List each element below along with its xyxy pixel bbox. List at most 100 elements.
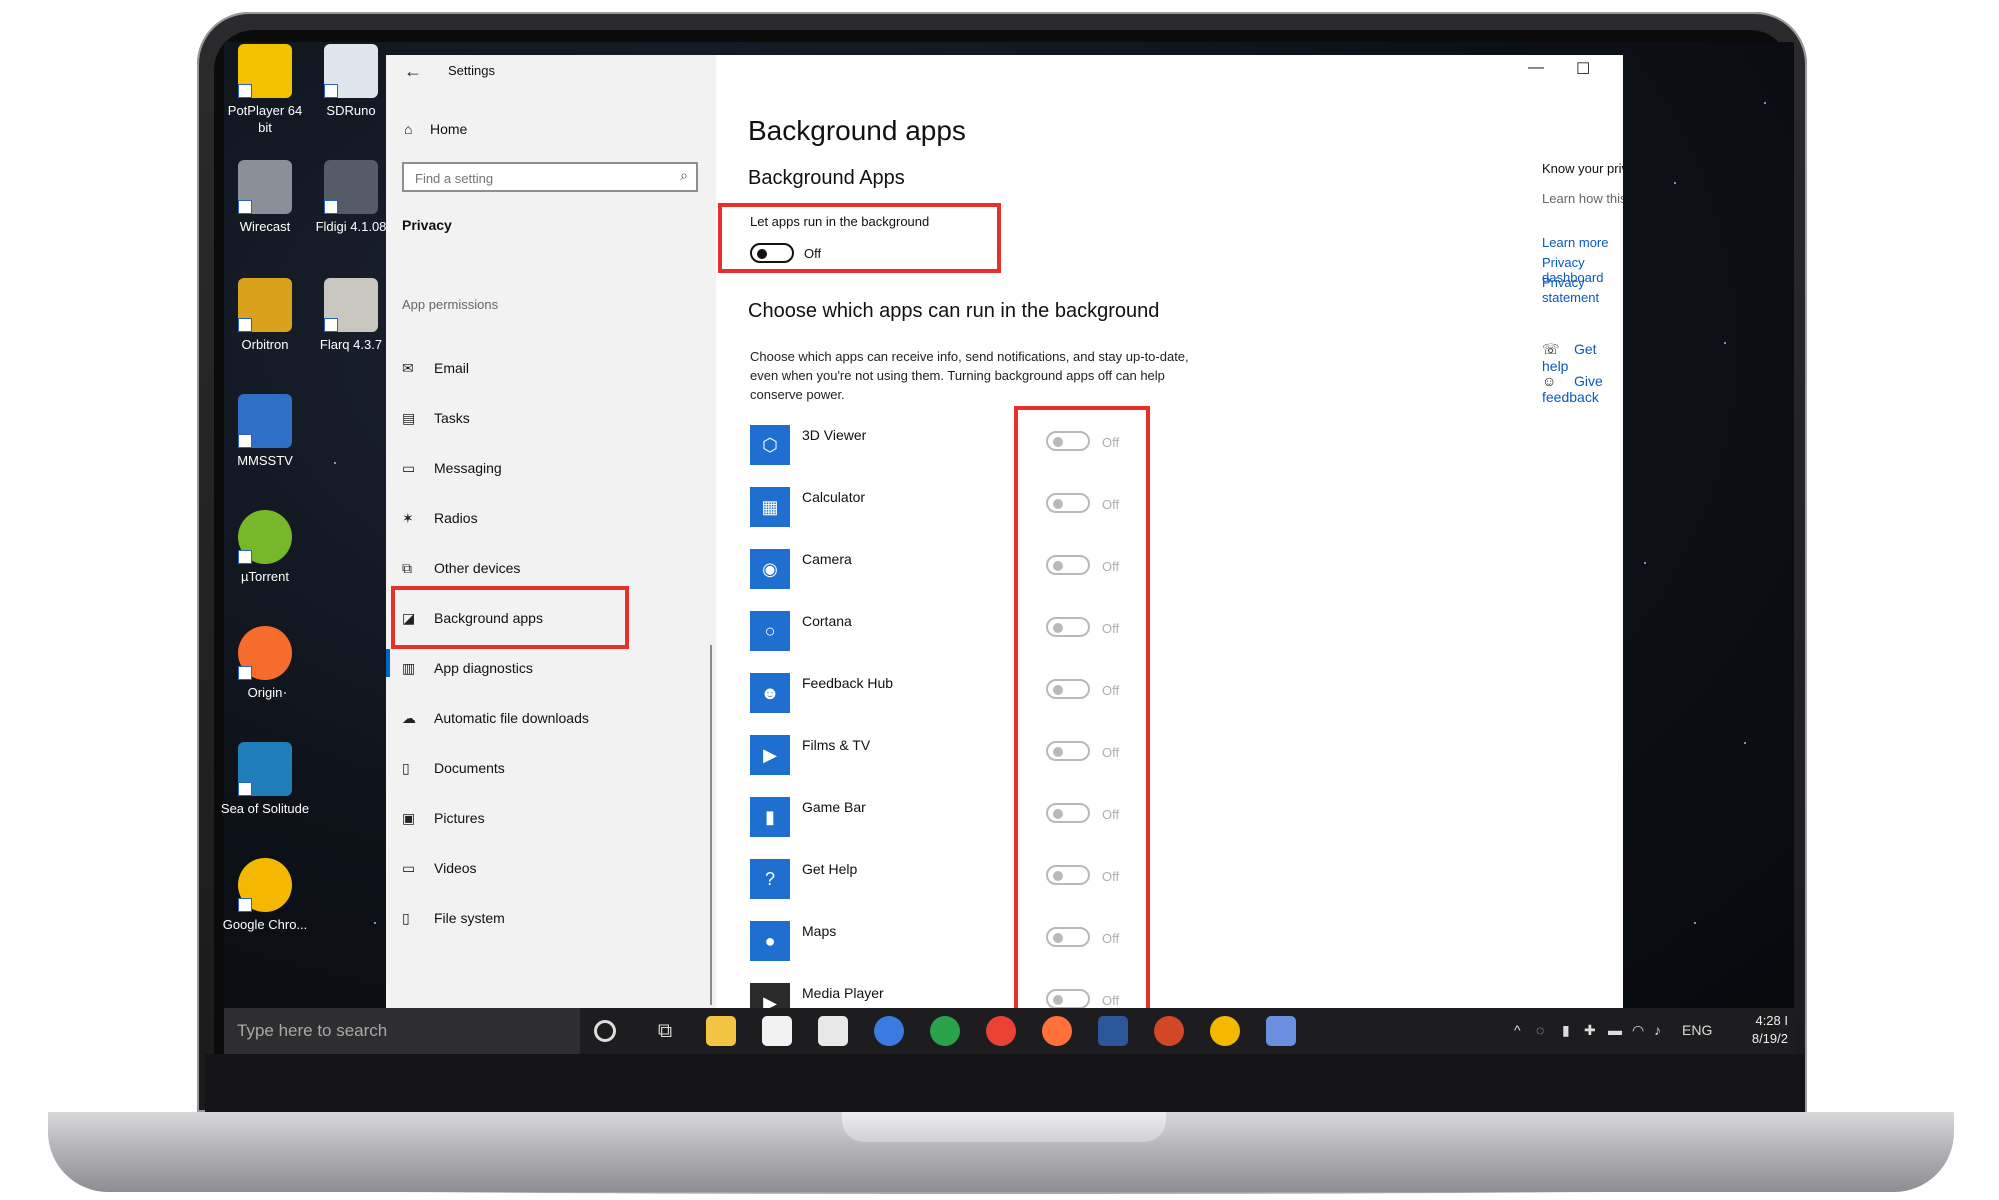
calculator-icon: ▦ xyxy=(750,487,790,527)
utorrent-icon xyxy=(238,510,292,564)
tray-network-icon[interactable]: ◌ xyxy=(1536,1022,1544,1038)
tray-battery-icon[interactable]: ▬ xyxy=(1608,1022,1622,1038)
3d-viewer-icon: ⬡ xyxy=(750,425,790,465)
settings-taskbar-icon[interactable] xyxy=(1266,1016,1296,1046)
give-feedback-link[interactable]: ☺ Give feedback xyxy=(1542,373,1623,405)
cortana-circle-icon[interactable] xyxy=(594,1020,616,1042)
tray-language[interactable]: ENG xyxy=(1682,1022,1712,1038)
mmsstv-icon xyxy=(238,394,292,448)
nav-group-app-permissions: App permissions xyxy=(402,297,499,312)
mail-icon[interactable] xyxy=(818,1016,848,1046)
fldigi-icon xyxy=(324,160,378,214)
sidebar-item-file-system[interactable]: ▯ File system xyxy=(402,901,698,935)
taskbar-search[interactable]: Type here to search xyxy=(224,1008,580,1054)
diagnostics-icon: ▥ xyxy=(402,660,416,676)
privacy-options-description: Learn how this setting impacts your priv… xyxy=(1542,191,1623,206)
tray-chevron-icon[interactable]: ^ xyxy=(1514,1022,1521,1038)
devices-icon: ⧉ xyxy=(402,560,412,576)
desktop-icon-wirecast[interactable]: Wirecast xyxy=(220,160,310,235)
find-setting-search[interactable]: ⌕ xyxy=(402,162,698,192)
learn-more-link[interactable]: Learn more xyxy=(1542,235,1608,250)
sidebar-item-radios[interactable]: ✶ Radios xyxy=(402,501,698,535)
file-icon: ▯ xyxy=(402,910,410,926)
chrome-canary-icon[interactable] xyxy=(1210,1016,1240,1046)
choose-apps-description: Choose which apps can receive info, send… xyxy=(750,349,1189,402)
envelope-icon: ✉ xyxy=(402,360,414,376)
find-setting-input[interactable] xyxy=(413,165,667,191)
selection-indicator xyxy=(386,649,390,677)
desktop-icon-potplayer[interactable]: PotPlayer 64 bit xyxy=(220,44,310,136)
edge-beta-icon[interactable] xyxy=(930,1016,960,1046)
nav-scrollbar[interactable] xyxy=(710,645,712,1005)
feedback-hub-icon: ☻ xyxy=(750,673,790,713)
potplayer-icon xyxy=(238,44,292,98)
flarq-icon xyxy=(324,278,378,332)
task-view-icon[interactable]: ⧉ xyxy=(650,1016,680,1046)
home-icon: ⌂ xyxy=(404,121,413,137)
privacy-statement-link[interactable]: Privacy statement xyxy=(1542,275,1623,305)
taskbar-clock[interactable]: 4:28 I 8/19/2 xyxy=(1752,1012,1788,1048)
minimize-button[interactable]: — xyxy=(1528,59,1544,77)
nav-home[interactable]: ⌂ Home xyxy=(404,121,467,137)
search-icon[interactable]: ⌕ xyxy=(680,167,688,184)
chrome-taskbar-icon[interactable] xyxy=(986,1016,1016,1046)
camera-icon: ◉ xyxy=(750,549,790,589)
get-help-icon: ? xyxy=(750,859,790,899)
desktop-icon-origin[interactable]: Origin xyxy=(220,626,310,701)
nav-section-privacy: Privacy xyxy=(402,217,452,233)
firefox-icon[interactable] xyxy=(1042,1016,1072,1046)
file-explorer-icon[interactable] xyxy=(706,1016,736,1046)
clock-date: 8/19/2 xyxy=(1751,1031,1788,1046)
laptop-opening-notch xyxy=(842,1112,1166,1142)
antenna-icon: ✶ xyxy=(402,510,414,526)
video-icon: ▭ xyxy=(402,860,416,876)
clipboard-icon: ▤ xyxy=(402,410,416,426)
highlight-background-apps-nav xyxy=(391,586,629,649)
desktop-icon-orbitron[interactable]: Orbitron xyxy=(220,278,310,353)
desktop-icon-sdruno[interactable]: SDRuno xyxy=(306,44,396,119)
sea-of-solitude-icon xyxy=(238,742,292,796)
origin-icon xyxy=(238,626,292,680)
edge-icon[interactable] xyxy=(874,1016,904,1046)
tray-wifi-icon[interactable]: ◠ xyxy=(1632,1022,1644,1039)
privacy-options-heading: Know your privacy options xyxy=(1542,161,1623,176)
sidebar-item-automatic-file-downloads[interactable]: ☁ Automatic file downloads xyxy=(402,701,698,735)
sidebar-item-tasks[interactable]: ▤ Tasks xyxy=(402,401,698,435)
sidebar-item-documents[interactable]: ▯ Documents xyxy=(402,751,698,785)
tray-mic-icon[interactable]: ▮ xyxy=(1562,1022,1570,1039)
powerpoint-icon[interactable] xyxy=(1154,1016,1184,1046)
chrome-icon xyxy=(238,858,292,912)
get-help-link[interactable]: ☏ Get help xyxy=(1542,341,1623,374)
game-bar-icon: ▮ xyxy=(750,797,790,837)
laptop-chin xyxy=(205,1054,1805,1112)
sidebar-item-messaging[interactable]: ▭ Messaging xyxy=(402,451,698,485)
cortana-icon: ○ xyxy=(750,611,790,651)
desktop-icon-mmsstv[interactable]: MMSSTV xyxy=(220,394,310,469)
tray-volume-icon[interactable]: ♪ xyxy=(1654,1022,1661,1038)
sdruno-icon xyxy=(324,44,378,98)
back-arrow-icon[interactable]: ← xyxy=(404,61,422,82)
sidebar-item-email[interactable]: ✉ Email xyxy=(402,351,698,385)
desktop-icon-chrome[interactable]: Google Chro... xyxy=(220,858,310,933)
sidebar-item-other-devices[interactable]: ⧉ Other devices xyxy=(402,551,698,585)
feedback-icon: ☺ xyxy=(1542,373,1557,389)
sidebar-item-app-diagnostics[interactable]: ▥ App diagnostics xyxy=(402,651,698,685)
settings-content: — ☐ ✕ Background apps Background Apps Le… xyxy=(716,55,1623,1017)
sidebar-item-pictures[interactable]: ▣ Pictures xyxy=(402,801,698,835)
highlight-app-toggles xyxy=(1014,406,1150,1014)
clock-time: 4:28 I xyxy=(1755,1013,1788,1028)
word-icon[interactable] xyxy=(1098,1016,1128,1046)
desktop-icon-sea-of-solitude[interactable]: Sea of Solitude xyxy=(220,742,310,817)
picture-icon: ▣ xyxy=(402,810,416,826)
sidebar-item-videos[interactable]: ▭ Videos xyxy=(402,851,698,885)
store-icon[interactable] xyxy=(762,1016,792,1046)
wirecast-icon xyxy=(238,160,292,214)
films-tv-icon: ▶ xyxy=(750,735,790,775)
chat-icon: ▭ xyxy=(402,460,416,476)
desktop-icon-utorrent[interactable]: µTorrent xyxy=(220,510,310,585)
desktop-icon-fldigi[interactable]: Fldigi 4.1.08 xyxy=(306,160,396,235)
desktop-icon-flarq[interactable]: Flarq 4.3.7 xyxy=(306,278,396,353)
maximize-button[interactable]: ☐ xyxy=(1576,59,1590,79)
maps-icon: ● xyxy=(750,921,790,961)
tray-security-icon[interactable]: ✚ xyxy=(1584,1022,1596,1039)
